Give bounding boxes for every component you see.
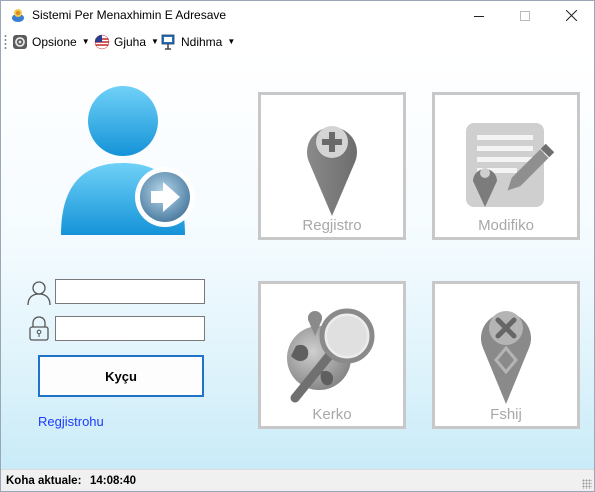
edit-document-icon: [466, 123, 555, 207]
maximize-icon: [520, 10, 530, 21]
login-button[interactable]: Kyçu: [38, 355, 204, 397]
menu-bar: Opsione ▼ Gjuha ▼ Ndihma ▼: [1, 30, 594, 53]
chevron-down-icon: ▼: [81, 37, 90, 46]
delete-address-tile[interactable]: Fshij: [432, 281, 580, 429]
chevron-down-icon: ▼: [227, 37, 236, 46]
help-icon: [161, 34, 175, 50]
menu-gjuha[interactable]: Gjuha ▼: [94, 32, 159, 51]
chevron-down-icon: ▼: [151, 37, 159, 46]
window-title: Sistemi Per Menaxhimin E Adresave: [32, 8, 227, 22]
menu-opsione-label: Opsione: [32, 34, 77, 49]
user-login-icon: [61, 86, 195, 235]
minimize-button[interactable]: [456, 1, 502, 30]
search-address-tile[interactable]: Kerko: [258, 281, 406, 429]
flag-icon: [94, 34, 110, 49]
resize-grip-icon[interactable]: [582, 479, 592, 489]
register-tile-label: Regjistro: [302, 217, 362, 234]
menu-ndihma[interactable]: Ndihma ▼: [161, 32, 235, 51]
minimize-icon: [474, 15, 484, 17]
current-time-label: Koha aktuale:: [6, 475, 82, 487]
search-globe-icon: [287, 308, 375, 403]
user-icon: [27, 281, 51, 306]
modify-tile-label: Modifiko: [478, 217, 534, 234]
modify-address-tile[interactable]: Modifiko: [432, 92, 580, 240]
status-bar: Koha aktuale: 14:08:40: [1, 469, 594, 491]
toolbar-grip-icon[interactable]: [4, 34, 7, 49]
delete-tile-label: Fshij: [490, 406, 522, 423]
settings-icon: [13, 34, 27, 49]
menu-gjuha-label: Gjuha: [114, 34, 147, 49]
lock-icon: [29, 316, 49, 341]
search-tile-label: Kerko: [312, 406, 352, 423]
register-address-tile[interactable]: Regjistro: [258, 92, 406, 240]
delete-location-icon: [481, 311, 531, 404]
menu-opsione[interactable]: Opsione ▼: [12, 32, 90, 51]
app-icon: [12, 9, 24, 22]
maximize-button[interactable]: [502, 1, 548, 30]
title-bar[interactable]: Sistemi Per Menaxhimin E Adresave: [1, 1, 594, 30]
menu-ndihma-label: Ndihma: [181, 34, 223, 49]
register-link[interactable]: Regjistrohu: [38, 414, 104, 429]
close-icon: [565, 10, 577, 21]
close-button[interactable]: [548, 1, 594, 30]
add-location-icon: [307, 126, 357, 216]
main-window: Sistemi Per Menaxhimin E Adresave Opsion…: [0, 0, 595, 492]
current-time-value: 14:08:40: [90, 475, 137, 487]
username-input[interactable]: [55, 279, 205, 304]
password-input[interactable]: [55, 316, 205, 341]
client-area: Kyçu Regjistrohu Regjistro Modifiko Kerk…: [1, 53, 594, 469]
